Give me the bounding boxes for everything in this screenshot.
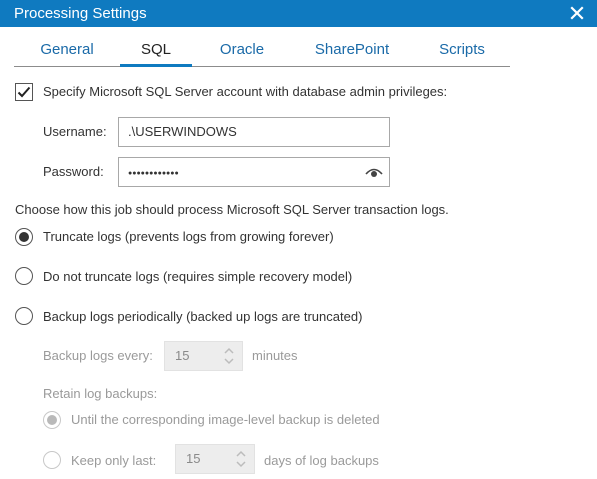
spin-arrows-icon[interactable] [222, 345, 236, 367]
truncate-logs-radio[interactable] [15, 228, 33, 246]
password-field[interactable]: ●●●●●●●●●●●● [118, 157, 390, 187]
spin-arrows-icon[interactable] [234, 448, 248, 470]
keep-last-stepper[interactable]: 15 [175, 444, 255, 474]
keep-last-value: 15 [186, 451, 201, 466]
truncate-logs-label: Truncate logs (prevents logs from growin… [43, 229, 334, 244]
keep-only-last-radio[interactable] [43, 451, 61, 469]
retain-label: Retain log backups: [43, 386, 158, 401]
logs-prompt: Choose how this job should process Micro… [15, 202, 449, 217]
backup-logs-radio[interactable] [15, 307, 33, 325]
title-bar: Processing Settings [0, 0, 597, 27]
username-label: Username: [43, 124, 107, 139]
username-value: .\USERWINDOWS [128, 124, 237, 139]
backup-every-label: Backup logs every: [43, 348, 153, 363]
keep-last-unit: days of log backups [264, 453, 379, 468]
retain-until-deleted-radio[interactable] [43, 411, 61, 429]
backup-every-value: 15 [175, 348, 190, 363]
tab-scripts[interactable]: Scripts [424, 36, 500, 67]
close-icon[interactable] [567, 3, 587, 23]
retain-until-deleted-label: Until the corresponding image-level back… [71, 412, 380, 427]
sql-account-checkbox[interactable] [15, 83, 33, 101]
eye-icon[interactable] [365, 165, 383, 179]
tab-sql[interactable]: SQL [120, 36, 192, 67]
radio-selected-dot [19, 232, 29, 242]
radio-selected-dot [47, 415, 57, 425]
password-value: ●●●●●●●●●●●● [128, 170, 179, 177]
backup-logs-label: Backup logs periodically (backed up logs… [43, 309, 363, 324]
checkmark-icon [16, 84, 32, 103]
tab-sharepoint[interactable]: SharePoint [300, 36, 404, 67]
keep-only-last-label: Keep only last: [71, 453, 157, 468]
password-label: Password: [43, 164, 104, 179]
do-not-truncate-label: Do not truncate logs (requires simple re… [43, 269, 353, 284]
backup-every-stepper[interactable]: 15 [164, 341, 243, 371]
username-field[interactable]: .\USERWINDOWS [118, 117, 390, 147]
window-title: Processing Settings [14, 5, 147, 22]
tab-oracle[interactable]: Oracle [206, 36, 278, 67]
backup-every-unit: minutes [252, 348, 298, 363]
sql-account-label: Specify Microsoft SQL Server account wit… [43, 84, 448, 99]
tab-general[interactable]: General [24, 36, 110, 67]
tab-bar: General SQL Oracle SharePoint Scripts [14, 36, 510, 67]
do-not-truncate-radio[interactable] [15, 267, 33, 285]
